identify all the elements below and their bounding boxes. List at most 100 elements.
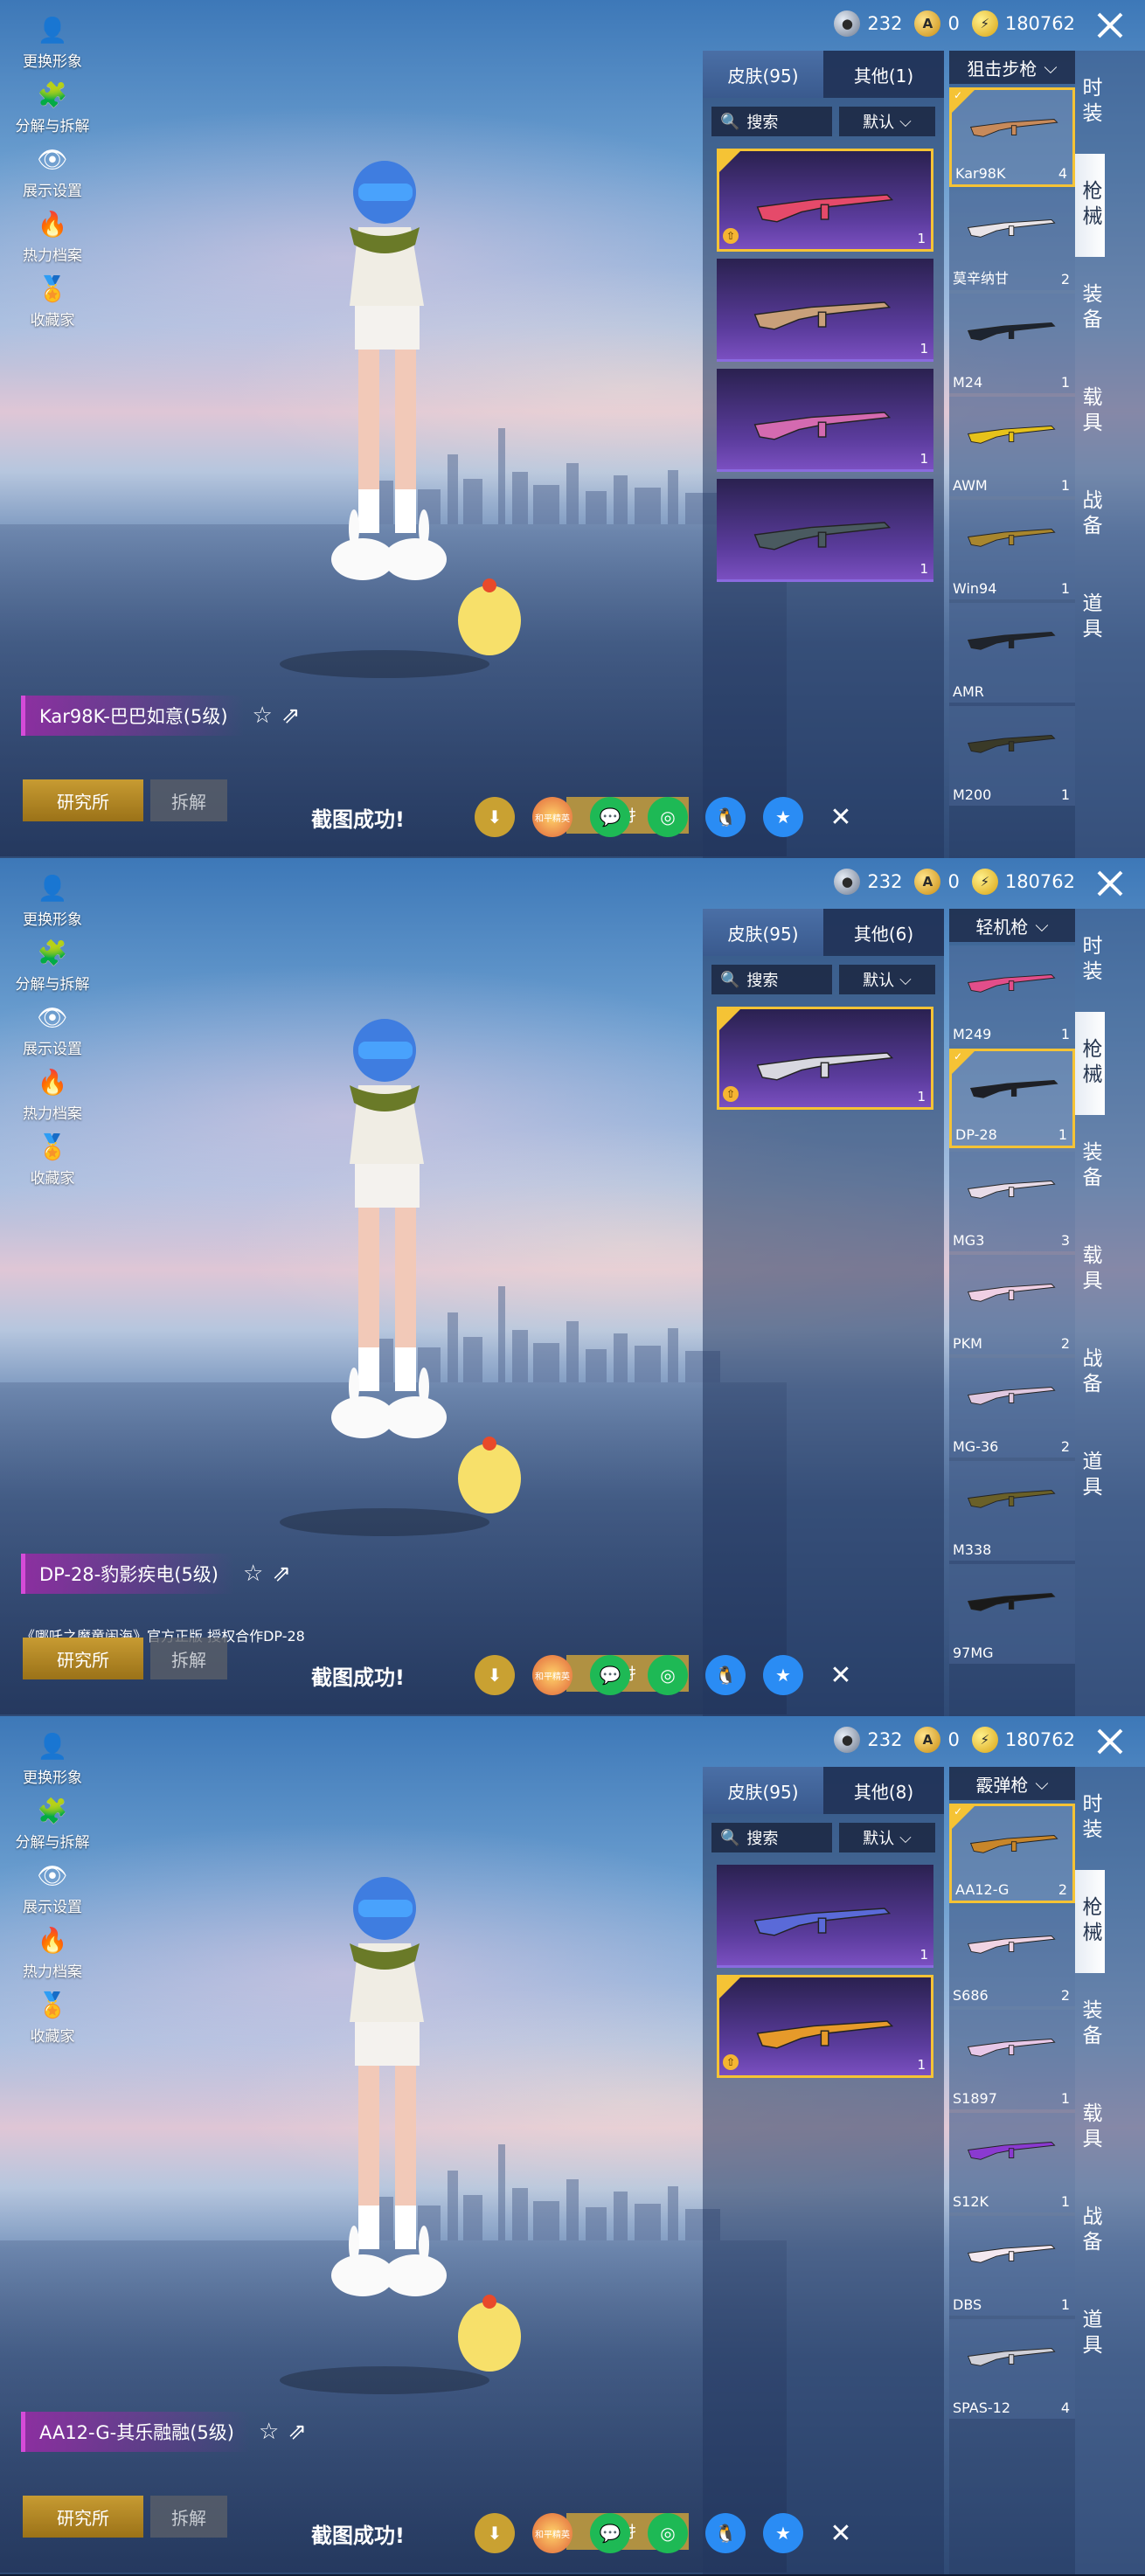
- category-tab[interactable]: 枪械: [1075, 1870, 1105, 1973]
- weapon-card[interactable]: M24 1: [949, 294, 1075, 393]
- skin-card[interactable]: 1: [717, 259, 933, 362]
- moments-icon[interactable]: ◎: [647, 2513, 688, 2553]
- skin-card[interactable]: ⇧ 1: [717, 149, 933, 252]
- category-tab[interactable]: 道具: [1075, 566, 1105, 669]
- tab-other[interactable]: 其他(1): [823, 51, 944, 98]
- category-tab[interactable]: 时装: [1075, 1767, 1105, 1870]
- download-icon[interactable]: ⬇: [474, 1655, 515, 1695]
- category-tab[interactable]: 道具: [1075, 1424, 1105, 1527]
- weapon-card[interactable]: M249 1: [949, 945, 1075, 1045]
- side-menu-item[interactable]: 🏅 收藏家: [9, 1129, 96, 1194]
- skin-card[interactable]: ⇧ 1: [717, 1975, 933, 2078]
- category-tab[interactable]: 战备: [1075, 2179, 1105, 2282]
- qq-icon[interactable]: 🐧: [704, 797, 746, 837]
- close-share-icon[interactable]: ✕: [821, 797, 861, 837]
- side-menu-item[interactable]: 👁 展示设置: [9, 1000, 96, 1064]
- weapon-card[interactable]: PKM 2: [949, 1255, 1075, 1354]
- side-menu-item[interactable]: 👁 展示设置: [9, 142, 96, 206]
- skin-card[interactable]: 1: [717, 479, 933, 582]
- side-menu-item[interactable]: 🔥 热力档案: [9, 206, 96, 271]
- qzone-icon[interactable]: ★: [762, 797, 803, 837]
- weapon-card[interactable]: MG3 3: [949, 1152, 1075, 1251]
- research-button[interactable]: 研究所: [23, 779, 143, 821]
- category-tab[interactable]: 时装: [1075, 51, 1105, 154]
- skin-card[interactable]: 1: [717, 369, 933, 472]
- weapon-type-dropdown[interactable]: 狙击步枪 ⌵: [949, 51, 1075, 84]
- side-menu-item[interactable]: 🏅 收藏家: [9, 1987, 96, 2052]
- moments-icon[interactable]: ◎: [647, 797, 688, 837]
- weapon-card[interactable]: DBS 1: [949, 2216, 1075, 2316]
- weapon-card[interactable]: Win94 1: [949, 500, 1075, 599]
- side-menu-item[interactable]: 👤 更换形象: [9, 870, 96, 935]
- side-menu-item[interactable]: 🔥 热力档案: [9, 1922, 96, 1987]
- category-tab[interactable]: 装备: [1075, 1973, 1105, 2076]
- research-button[interactable]: 研究所: [23, 2496, 143, 2538]
- disassemble-button[interactable]: 拆解: [150, 779, 227, 821]
- category-tab[interactable]: 枪械: [1075, 154, 1105, 257]
- side-menu-item[interactable]: 🔥 热力档案: [9, 1064, 96, 1129]
- close-share-icon[interactable]: ✕: [821, 2513, 861, 2553]
- research-button[interactable]: 研究所: [23, 1638, 143, 1679]
- weapon-card[interactable]: SPAS-12 4: [949, 2319, 1075, 2419]
- weapon-type-dropdown[interactable]: 轻机枪 ⌵: [949, 909, 1075, 942]
- side-menu-item[interactable]: 🧩 分解与拆解: [9, 935, 96, 1000]
- star-icon[interactable]: ☆: [243, 1561, 263, 1587]
- category-tab[interactable]: 装备: [1075, 1115, 1105, 1218]
- wechat-icon[interactable]: 💬: [589, 797, 630, 837]
- category-tab[interactable]: 枪械: [1075, 1012, 1105, 1115]
- weapon-card[interactable]: DP-28 1: [949, 1049, 1075, 1148]
- wechat-icon[interactable]: 💬: [589, 2513, 630, 2553]
- weapon-card[interactable]: 莫辛纳甘 2: [949, 190, 1075, 290]
- close-share-icon[interactable]: ✕: [821, 1655, 861, 1695]
- qzone-icon[interactable]: ★: [762, 2513, 803, 2553]
- side-menu-item[interactable]: 👤 更换形象: [9, 12, 96, 77]
- qq-icon[interactable]: 🐧: [704, 2513, 746, 2553]
- qzone-icon[interactable]: ★: [762, 1655, 803, 1695]
- weapon-card[interactable]: S1897 1: [949, 2010, 1075, 2109]
- category-tab[interactable]: 装备: [1075, 257, 1105, 360]
- side-menu-item[interactable]: 👤 更换形象: [9, 1728, 96, 1793]
- category-tab[interactable]: 载具: [1075, 2076, 1105, 2179]
- sort-dropdown[interactable]: 默认 ⌵: [839, 965, 935, 994]
- weapon-card[interactable]: AA12-G 2: [949, 1804, 1075, 1903]
- tab-skins[interactable]: 皮肤(95): [703, 51, 823, 98]
- close-button[interactable]: [1075, 0, 1145, 51]
- moments-icon[interactable]: ◎: [647, 1655, 688, 1695]
- weapon-card[interactable]: M200 1: [949, 706, 1075, 806]
- search-input[interactable]: 🔍 搜索: [711, 965, 832, 994]
- side-menu-item[interactable]: 👁 展示设置: [9, 1858, 96, 1922]
- weapon-card[interactable]: MG-36 2: [949, 1358, 1075, 1458]
- download-icon[interactable]: ⬇: [474, 797, 515, 837]
- category-tab[interactable]: 载具: [1075, 360, 1105, 463]
- search-input[interactable]: 🔍 搜索: [711, 107, 832, 136]
- category-tab[interactable]: 道具: [1075, 2282, 1105, 2386]
- side-menu-item[interactable]: 🏅 收藏家: [9, 271, 96, 336]
- side-menu-item[interactable]: 🧩 分解与拆解: [9, 77, 96, 142]
- category-tab[interactable]: 战备: [1075, 1321, 1105, 1424]
- side-menu-item[interactable]: 🧩 分解与拆解: [9, 1793, 96, 1858]
- weapon-card[interactable]: AMR: [949, 603, 1075, 703]
- close-button[interactable]: [1075, 858, 1145, 909]
- sort-dropdown[interactable]: 默认 ⌵: [839, 107, 935, 136]
- tab-skins[interactable]: 皮肤(95): [703, 1767, 823, 1814]
- weapon-card[interactable]: AWM 1: [949, 397, 1075, 496]
- star-icon[interactable]: ☆: [259, 2419, 279, 2445]
- share-icon[interactable]: ⇗: [272, 1561, 291, 1587]
- weapon-card[interactable]: S686 2: [949, 1907, 1075, 2006]
- pk-app-icon[interactable]: 和平精英: [531, 1655, 572, 1695]
- star-icon[interactable]: ☆: [253, 703, 273, 729]
- skin-card[interactable]: 1: [717, 1865, 933, 1968]
- category-tab[interactable]: 时装: [1075, 909, 1105, 1012]
- tab-skins[interactable]: 皮肤(95): [703, 909, 823, 956]
- weapon-card[interactable]: Kar98K 4: [949, 87, 1075, 187]
- qq-icon[interactable]: 🐧: [704, 1655, 746, 1695]
- category-tab[interactable]: 载具: [1075, 1218, 1105, 1321]
- tab-other[interactable]: 其他(8): [823, 1767, 944, 1814]
- weapon-card[interactable]: M338: [949, 1461, 1075, 1561]
- disassemble-button[interactable]: 拆解: [150, 1638, 227, 1679]
- weapon-card[interactable]: S12K 1: [949, 2113, 1075, 2212]
- sort-dropdown[interactable]: 默认 ⌵: [839, 1823, 935, 1852]
- share-icon[interactable]: ⇗: [281, 703, 301, 729]
- download-icon[interactable]: ⬇: [474, 2513, 515, 2553]
- tab-other[interactable]: 其他(6): [823, 909, 944, 956]
